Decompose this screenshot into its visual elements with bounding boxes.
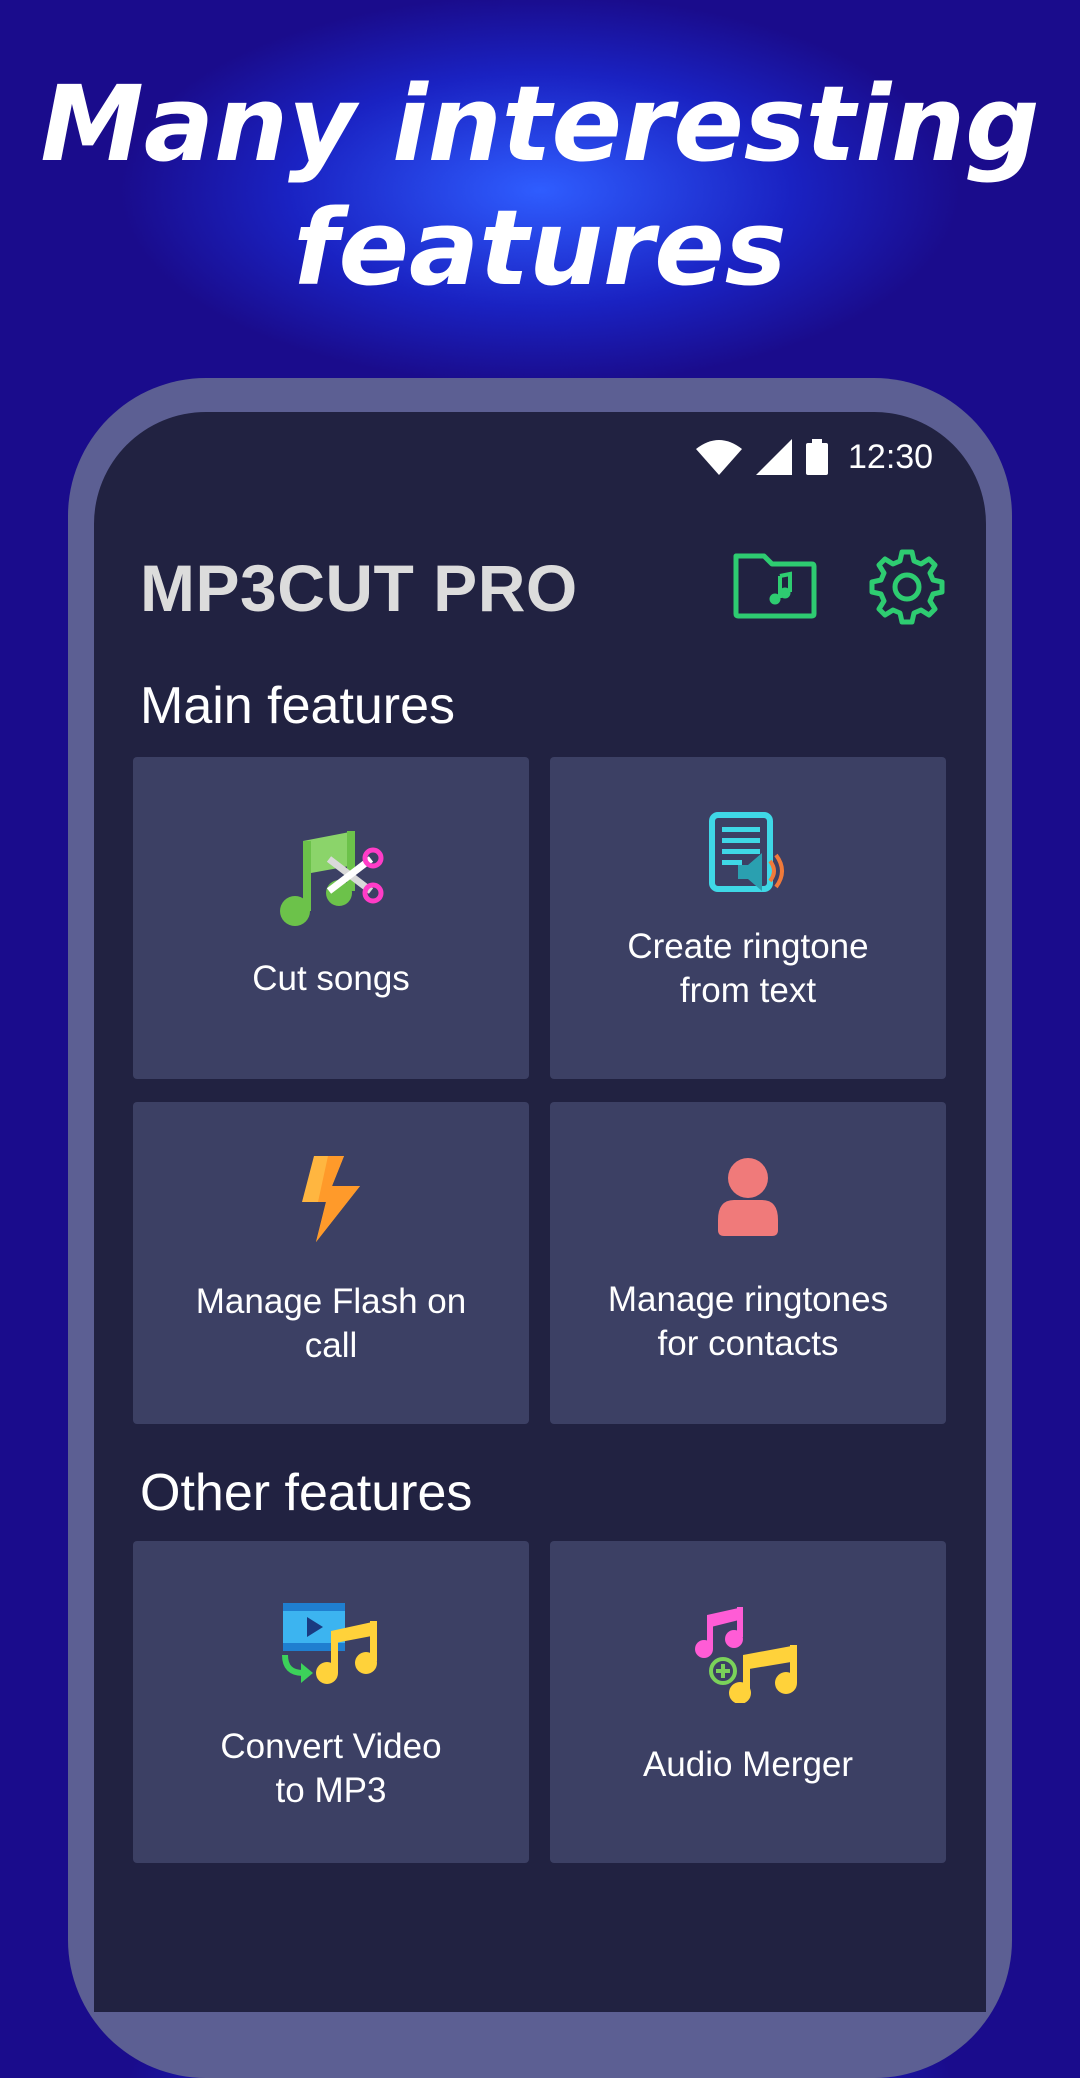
feature-card-ringtone-from-text[interactable]: Create ringtone from text — [550, 757, 946, 1079]
settings-gear-icon[interactable] — [868, 548, 946, 626]
headline-line-2: features — [293, 187, 787, 309]
contact-person-icon — [718, 1158, 778, 1236]
video-to-music-icon — [282, 1603, 377, 1684]
status-time: 12:30 — [848, 437, 934, 476]
feature-card-ringtones-for-contacts[interactable]: Manage ringtones for contacts — [550, 1102, 946, 1424]
promo-headline: Many interesting features — [0, 62, 1080, 310]
app-title: MP3CUT PRO — [140, 551, 578, 625]
main-features-title: Main features — [140, 677, 456, 735]
feature-label: Manage Flash on call — [195, 1282, 467, 1365]
status-bar: 12:30 — [696, 432, 933, 482]
signal-icon — [756, 439, 792, 475]
battery-icon — [806, 439, 828, 475]
feature-card-flash-on-call[interactable]: Manage Flash on call — [133, 1102, 529, 1424]
feature-card-cut-songs[interactable]: Cut songs — [133, 757, 529, 1079]
feature-card-audio-merger[interactable]: Audio Merger — [550, 1541, 946, 1863]
other-features-title: Other features — [140, 1464, 473, 1522]
music-folder-icon[interactable] — [732, 548, 818, 620]
feature-label: Create ringtone from text — [627, 927, 869, 1010]
text-to-speech-icon — [709, 812, 784, 892]
headline-line-1: Many interesting — [40, 63, 1040, 185]
music-merge-icon — [695, 1607, 797, 1703]
wifi-icon — [696, 440, 742, 475]
feature-label: Manage ringtones for contacts — [607, 1280, 889, 1363]
music-scissors-icon — [280, 831, 384, 926]
feature-label: Convert Video to MP3 — [220, 1727, 442, 1810]
lightning-icon — [302, 1156, 360, 1242]
feature-label: Cut songs — [252, 959, 410, 998]
feature-card-convert-video[interactable]: Convert Video to MP3 — [133, 1541, 529, 1863]
feature-label: Audio Merger — [642, 1745, 854, 1784]
